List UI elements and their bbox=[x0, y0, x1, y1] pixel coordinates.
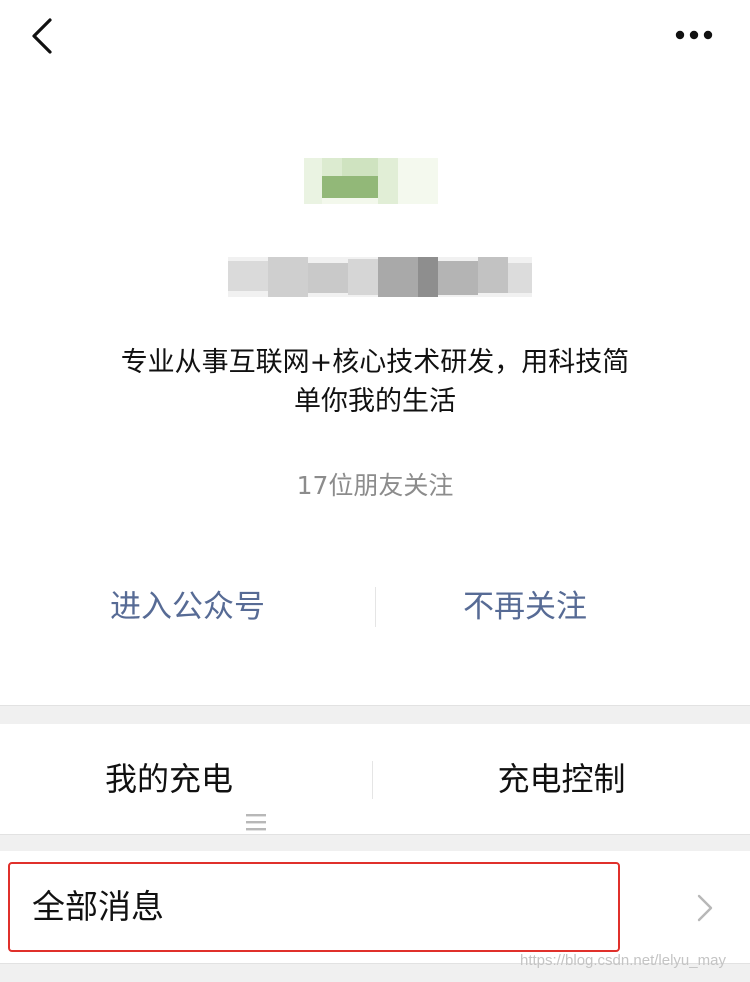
enter-account-button[interactable]: 进入公众号 bbox=[0, 584, 375, 630]
watermark: https://blog.csdn.net/lelyu_may bbox=[520, 952, 726, 969]
account-menu-bar: 我的充电 充电控制 bbox=[0, 724, 750, 834]
section-separator bbox=[0, 834, 750, 852]
all-messages-label: 全部消息 bbox=[32, 887, 164, 926]
account-name bbox=[228, 257, 532, 297]
followers-count: 17位朋友关注 bbox=[296, 471, 454, 500]
chevron-right-icon bbox=[694, 891, 716, 925]
account-avatar bbox=[304, 158, 438, 204]
menu-item-my-charging[interactable]: 我的充电 bbox=[0, 724, 372, 834]
more-button[interactable] bbox=[660, 20, 730, 50]
description-line: 单你我的生活 bbox=[294, 386, 456, 417]
all-messages-row[interactable]: 全部消息 bbox=[0, 851, 750, 963]
description-line: 专业从事互联网+核心技术研发，用科技简 bbox=[120, 347, 630, 378]
more-horizontal-icon bbox=[675, 30, 713, 40]
back-button[interactable] bbox=[22, 12, 66, 60]
account-description: 专业从事互联网+核心技术研发，用科技简 单你我的生活 bbox=[70, 343, 680, 421]
unfollow-button[interactable]: 不再关注 bbox=[375, 584, 675, 630]
menu-item-label: 我的充电 bbox=[104, 760, 233, 798]
menu-item-charging-control[interactable]: 充电控制 bbox=[373, 724, 750, 834]
section-separator bbox=[0, 705, 750, 725]
chevron-left-icon bbox=[32, 18, 52, 54]
submenu-list-icon bbox=[245, 767, 267, 831]
